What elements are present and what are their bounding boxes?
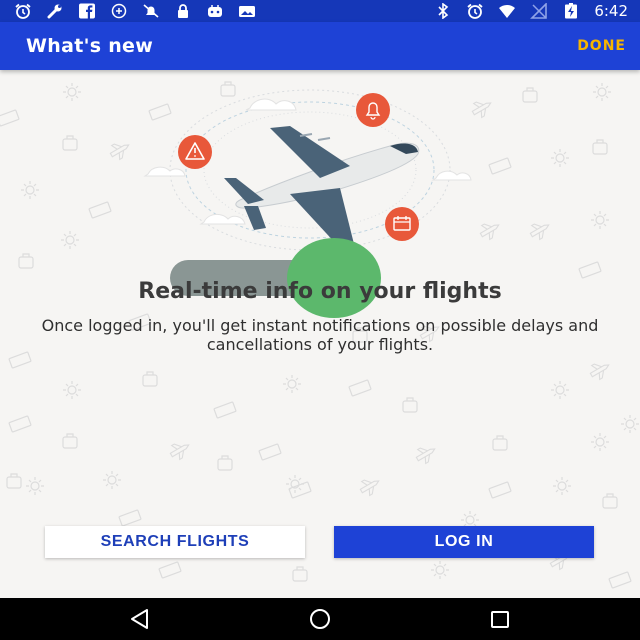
calendar-icon bbox=[385, 207, 419, 241]
back-icon[interactable] bbox=[120, 606, 160, 632]
status-bar: 6:42 bbox=[0, 0, 640, 22]
whats-new-content: Real-time info on your flights Once logg… bbox=[0, 70, 640, 598]
bluetooth-icon bbox=[434, 3, 452, 19]
home-icon[interactable] bbox=[300, 606, 340, 632]
alarm-icon bbox=[466, 3, 484, 19]
status-time: 6:42 bbox=[594, 2, 628, 20]
signal-off-icon bbox=[530, 3, 548, 19]
facebook-icon bbox=[78, 3, 96, 19]
warning-icon bbox=[178, 135, 212, 169]
app-bar: What's new DONE bbox=[0, 22, 640, 70]
recents-icon[interactable] bbox=[480, 606, 520, 632]
pager-dot bbox=[287, 238, 381, 318]
search-flights-button[interactable]: SEARCH FLIGHTS bbox=[45, 526, 305, 558]
page-title: What's new bbox=[26, 35, 154, 57]
wrench-icon bbox=[46, 3, 64, 19]
feature-description: Once logged in, you'll get instant notif… bbox=[41, 316, 599, 354]
no-notifications-icon bbox=[142, 3, 160, 19]
status-bar-right: 6:42 bbox=[434, 2, 628, 20]
wifi-icon bbox=[498, 3, 516, 19]
data-saver-icon bbox=[110, 3, 128, 19]
photo-messages-icon bbox=[238, 3, 256, 19]
alarm-icon bbox=[14, 3, 32, 19]
navigation-bar bbox=[0, 598, 640, 640]
bell-icon bbox=[356, 93, 390, 127]
feature-headline: Real-time info on your flights bbox=[138, 279, 502, 304]
flight-illustration bbox=[143, 89, 472, 251]
log-in-button[interactable]: LOG IN bbox=[334, 526, 594, 558]
status-bar-left bbox=[14, 3, 256, 19]
done-button[interactable]: DONE bbox=[565, 30, 626, 62]
lock-icon bbox=[174, 3, 192, 19]
game-controller-icon bbox=[206, 3, 224, 19]
battery-charging-icon bbox=[562, 3, 580, 19]
